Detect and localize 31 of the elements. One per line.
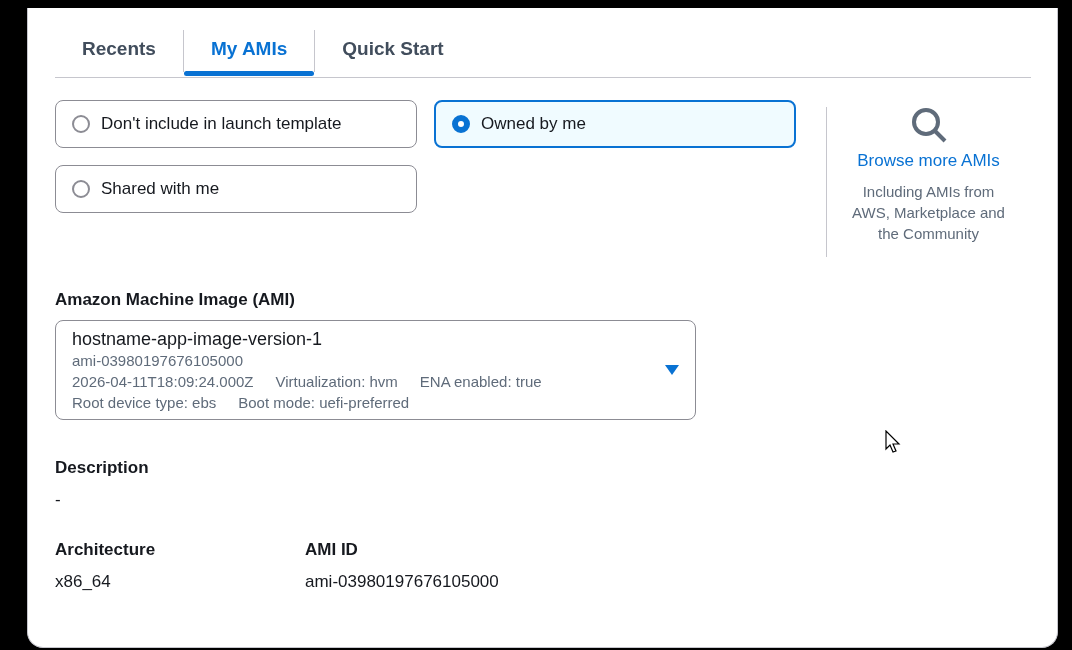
ami-detail: Root device type: ebs <box>72 392 217 413</box>
caret-icon <box>665 365 679 375</box>
tab[interactable]: Quick Start <box>315 26 471 72</box>
ami-select[interactable]: hostname-app-image-version-1 ami-03980197676105000 2026-04-11T18:09:24.000Z Virtualization: hvm ENA enabled: true Root device type: ebs Boot mode: uefi-preferred <box>55 320 696 420</box>
ami-detail: 2026-04-11T18:09:24.000Z <box>72 371 254 392</box>
field-value: - <box>55 490 62 510</box>
field-label: Description <box>55 458 149 478</box>
field-value: x86_64 <box>55 572 112 592</box>
radio-button[interactable] <box>72 180 90 198</box>
ami-detail: Virtualization: hvm <box>275 371 398 392</box>
search-icon <box>909 107 948 145</box>
tab[interactable]: Recents <box>55 26 183 72</box>
cursor-icon <box>885 430 901 454</box>
field-label: Amazon Machine Image (AMI) <box>55 290 295 310</box>
ami-detail: ENA enabled: true <box>419 371 542 392</box>
option-label: Owned by me <box>481 114 586 134</box>
radio-option[interactable]: Owned by me <box>434 100 796 148</box>
radio-option[interactable]: Don't include in launch template <box>55 100 417 148</box>
ami-id: ami-03980197676105000 <box>72 350 244 371</box>
radio-button[interactable] <box>72 115 90 133</box>
option-label: Shared with me <box>101 179 220 199</box>
field-label: Architecture <box>55 540 156 560</box>
field-label: AMI ID <box>305 540 358 560</box>
radio-button[interactable] <box>452 115 470 133</box>
browse-link[interactable]: Browse more AMIs <box>857 151 1000 171</box>
ami-name: hostname-app-image-version-1 <box>72 327 324 350</box>
ami-detail: Boot mode: uefi-preferred <box>238 392 410 413</box>
radio-option[interactable]: Shared with me <box>55 165 417 213</box>
browse-caption: Including AMIs from AWS, Marketplace and the Community <box>851 182 1006 244</box>
option-label: Don't include in launch template <box>101 114 342 134</box>
field-value: ami-03980197676105000 <box>305 572 500 592</box>
